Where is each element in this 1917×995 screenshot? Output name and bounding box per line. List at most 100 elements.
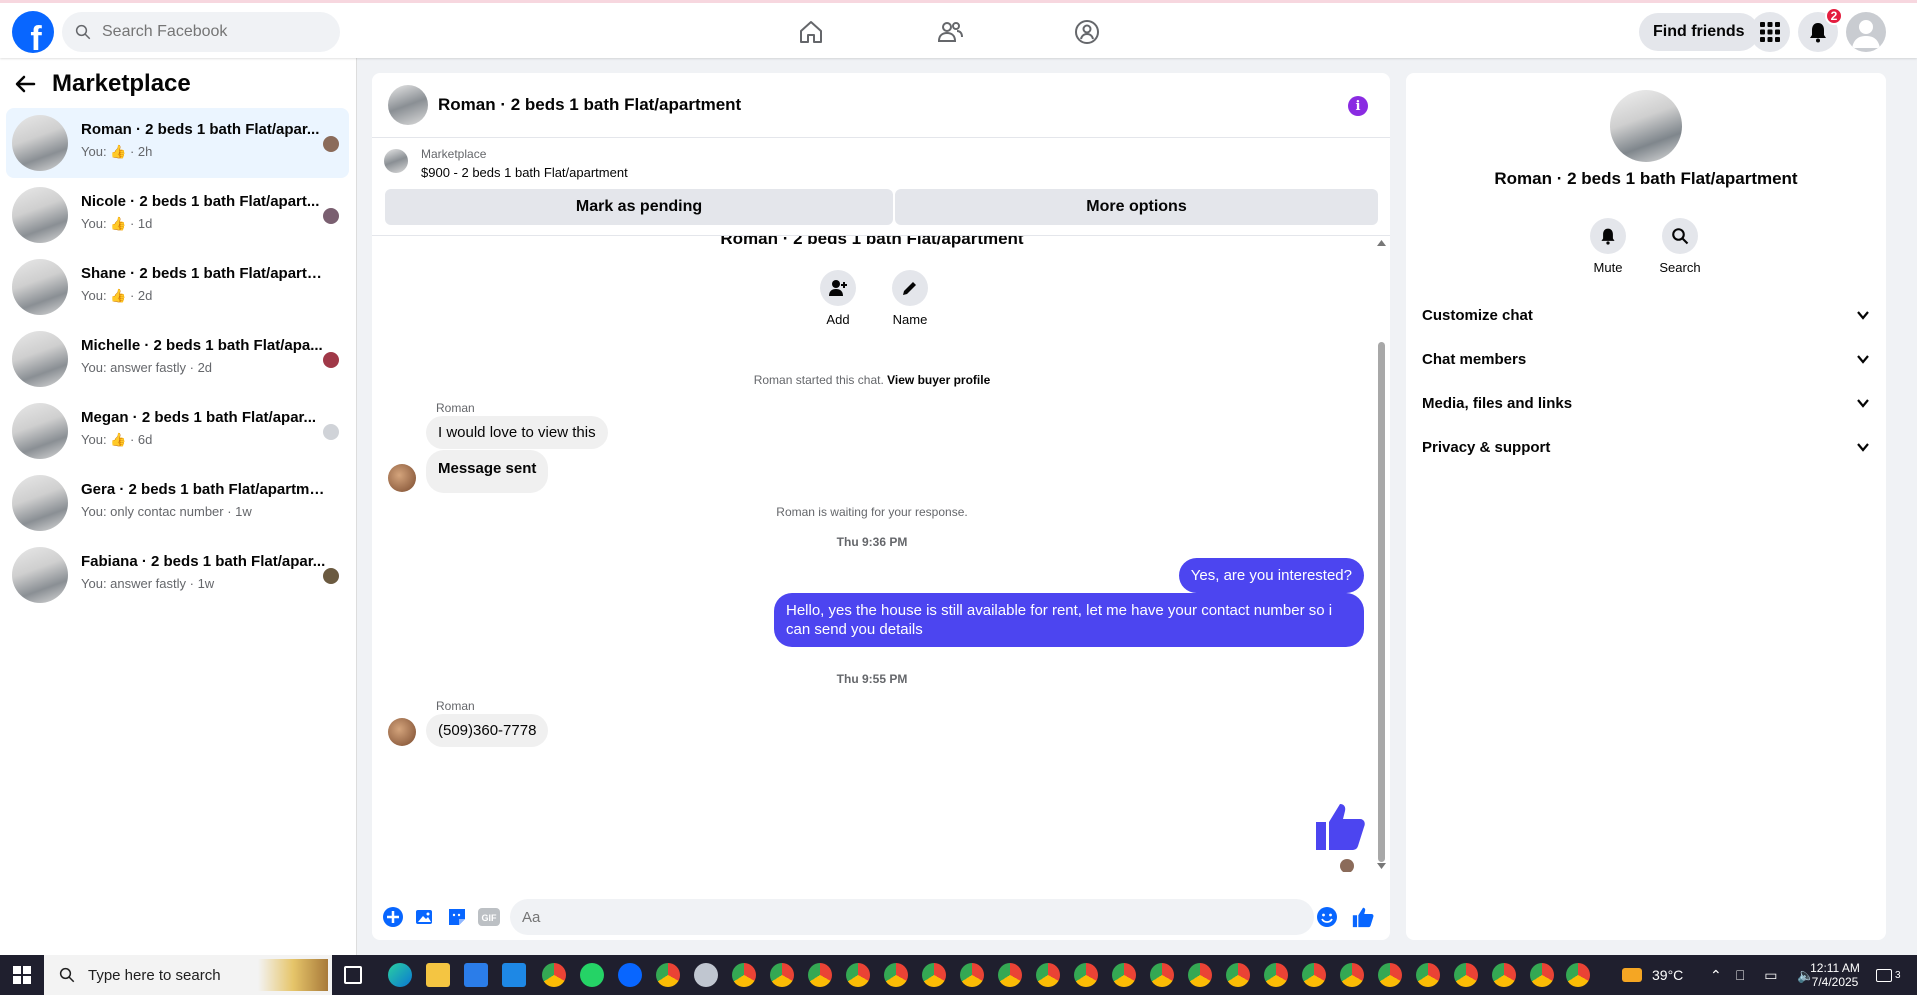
chrome-icon[interactable] xyxy=(770,963,794,987)
conversation-item[interactable]: Michelle · 2 beds 1 bath Flat/apa... You… xyxy=(6,324,349,394)
notification-center-icon[interactable]: 3 xyxy=(1876,955,1901,995)
mark-as-pending-button[interactable]: Mark as pending xyxy=(385,189,893,225)
conversation-item[interactable]: Roman · 2 beds 1 bath Flat/apar... You: … xyxy=(6,108,349,178)
clock[interactable]: 12:11 AM 7/4/2025 xyxy=(1800,955,1870,995)
thread-scrollbar[interactable] xyxy=(1376,236,1386,872)
search-box[interactable] xyxy=(62,12,340,52)
menu-grid-icon[interactable] xyxy=(1750,12,1790,52)
conversation-item[interactable]: Nicole · 2 beds 1 bath Flat/apart... You… xyxy=(6,180,349,250)
chrome-icon[interactable] xyxy=(1492,963,1516,987)
listing-image[interactable] xyxy=(1610,90,1682,162)
chrome-icon[interactable] xyxy=(542,963,566,987)
chrome-icon[interactable] xyxy=(1340,963,1364,987)
conversation-item[interactable]: Shane · 2 beds 1 bath Flat/apartme... Yo… xyxy=(6,252,349,322)
sender-avatar[interactable] xyxy=(388,718,416,746)
message-input[interactable] xyxy=(510,899,1314,935)
incoming-message[interactable]: I would love to view this xyxy=(426,416,608,449)
taskbar-search[interactable]: Type here to search xyxy=(44,955,332,995)
chrome-icon[interactable] xyxy=(1566,963,1590,987)
start-button[interactable] xyxy=(0,955,44,995)
chrome-icon[interactable] xyxy=(1378,963,1402,987)
sender-avatar[interactable] xyxy=(388,464,416,492)
chrome-icon[interactable] xyxy=(1074,963,1098,987)
chrome-icon[interactable] xyxy=(1416,963,1440,987)
sticker-icon[interactable] xyxy=(446,906,468,928)
conversation-item[interactable]: Fabiana · 2 beds 1 bath Flat/apar... You… xyxy=(6,540,349,610)
add-person-button[interactable] xyxy=(820,270,856,306)
chat-members-row[interactable]: Chat members xyxy=(1422,341,1870,377)
chat-thumbnail[interactable] xyxy=(388,85,428,125)
add-label: Add xyxy=(826,312,850,327)
facebook-app-icon[interactable] xyxy=(618,963,642,987)
privacy-support-row[interactable]: Privacy & support xyxy=(1422,429,1870,465)
photo-icon[interactable] xyxy=(414,906,436,928)
rename-button[interactable] xyxy=(892,270,928,306)
media-files-links-row[interactable]: Media, files and links xyxy=(1422,385,1870,421)
search-input[interactable] xyxy=(102,23,322,41)
more-options-button[interactable]: More options xyxy=(895,189,1378,225)
large-like-icon[interactable] xyxy=(1314,800,1366,852)
chrome-icon[interactable] xyxy=(732,963,756,987)
incoming-message[interactable]: (509)360-7778 xyxy=(426,714,549,747)
top-bar: f Find friends 2 xyxy=(0,0,1917,58)
chrome-icon[interactable] xyxy=(1150,963,1174,987)
chrome-icon[interactable] xyxy=(1036,963,1060,987)
customize-chat-row[interactable]: Customize chat xyxy=(1422,297,1870,333)
app-icon[interactable] xyxy=(694,963,718,987)
chrome-icon[interactable] xyxy=(922,963,946,987)
emoji-icon[interactable] xyxy=(1316,906,1338,928)
chrome-icon[interactable] xyxy=(1188,963,1212,987)
conversation-title: Nicole · 2 beds 1 bath Flat/apart... xyxy=(81,193,320,210)
chrome-icon[interactable] xyxy=(998,963,1022,987)
message-thread[interactable]: Roman · 2 beds 1 bath Flat/apartment Add… xyxy=(372,235,1390,872)
search-in-chat-button[interactable] xyxy=(1662,218,1698,254)
outgoing-message[interactable]: Hello, yes the house is still available … xyxy=(774,593,1364,647)
whatsapp-icon[interactable] xyxy=(580,963,604,987)
svg-text:GIF: GIF xyxy=(482,913,498,923)
chrome-icon[interactable] xyxy=(1454,963,1478,987)
scroll-up-icon[interactable] xyxy=(1377,240,1386,246)
chrome-icon[interactable] xyxy=(1530,963,1554,987)
store-icon[interactable] xyxy=(464,963,488,987)
back-arrow-icon[interactable] xyxy=(14,73,36,95)
edge-icon[interactable] xyxy=(388,963,412,987)
gif-icon[interactable]: GIF xyxy=(478,906,500,928)
chat-title[interactable]: Roman · 2 beds 1 bath Flat/apartment xyxy=(438,95,741,115)
chrome-icon[interactable] xyxy=(884,963,908,987)
mail-icon[interactable] xyxy=(502,963,526,987)
listing-summary[interactable]: Marketplace $900 - 2 beds 1 bath Flat/ap… xyxy=(372,139,1390,181)
chrome-icon[interactable] xyxy=(1264,963,1288,987)
file-explorer-icon[interactable] xyxy=(426,963,450,987)
outgoing-message[interactable]: Yes, are you interested? xyxy=(1178,558,1364,593)
facebook-logo-icon[interactable]: f xyxy=(12,11,54,53)
system-tray-chevron-icon[interactable]: ⌃ xyxy=(1710,955,1722,995)
groups-icon[interactable] xyxy=(1067,15,1107,49)
chrome-icon[interactable] xyxy=(960,963,984,987)
notifications-bell-icon[interactable]: 2 xyxy=(1798,7,1843,52)
seen-avatar xyxy=(323,136,339,152)
chrome-icon[interactable] xyxy=(1226,963,1250,987)
conversation-item[interactable]: Gera · 2 beds 1 bath Flat/apartment You:… xyxy=(6,468,349,538)
incoming-message[interactable]: Message sent xyxy=(426,450,549,493)
info-icon[interactable]: i xyxy=(1348,96,1368,116)
task-view-icon[interactable] xyxy=(344,966,362,984)
chrome-icon[interactable] xyxy=(656,963,680,987)
weather-widget[interactable]: 39°C xyxy=(1622,955,1683,995)
plus-circle-icon[interactable] xyxy=(382,906,404,928)
find-friends-button[interactable]: Find friends xyxy=(1639,13,1759,51)
chrome-icon[interactable] xyxy=(846,963,870,987)
sender-name: Roman xyxy=(436,699,475,713)
chrome-icon[interactable] xyxy=(1112,963,1136,987)
mute-button[interactable] xyxy=(1590,218,1626,254)
profile-avatar[interactable] xyxy=(1846,12,1886,52)
view-buyer-profile-link[interactable]: View buyer profile xyxy=(887,373,990,387)
home-icon[interactable] xyxy=(791,15,831,49)
scrollbar-thumb[interactable] xyxy=(1378,342,1385,862)
friends-icon[interactable] xyxy=(930,15,970,49)
chrome-icon[interactable] xyxy=(808,963,832,987)
send-like-icon[interactable] xyxy=(1352,906,1374,928)
page-scrollbar[interactable] xyxy=(1903,58,1917,955)
chrome-icon[interactable] xyxy=(1302,963,1326,987)
conversation-item[interactable]: Megan · 2 beds 1 bath Flat/apar... You: … xyxy=(6,396,349,466)
scroll-down-icon[interactable] xyxy=(1377,863,1386,869)
